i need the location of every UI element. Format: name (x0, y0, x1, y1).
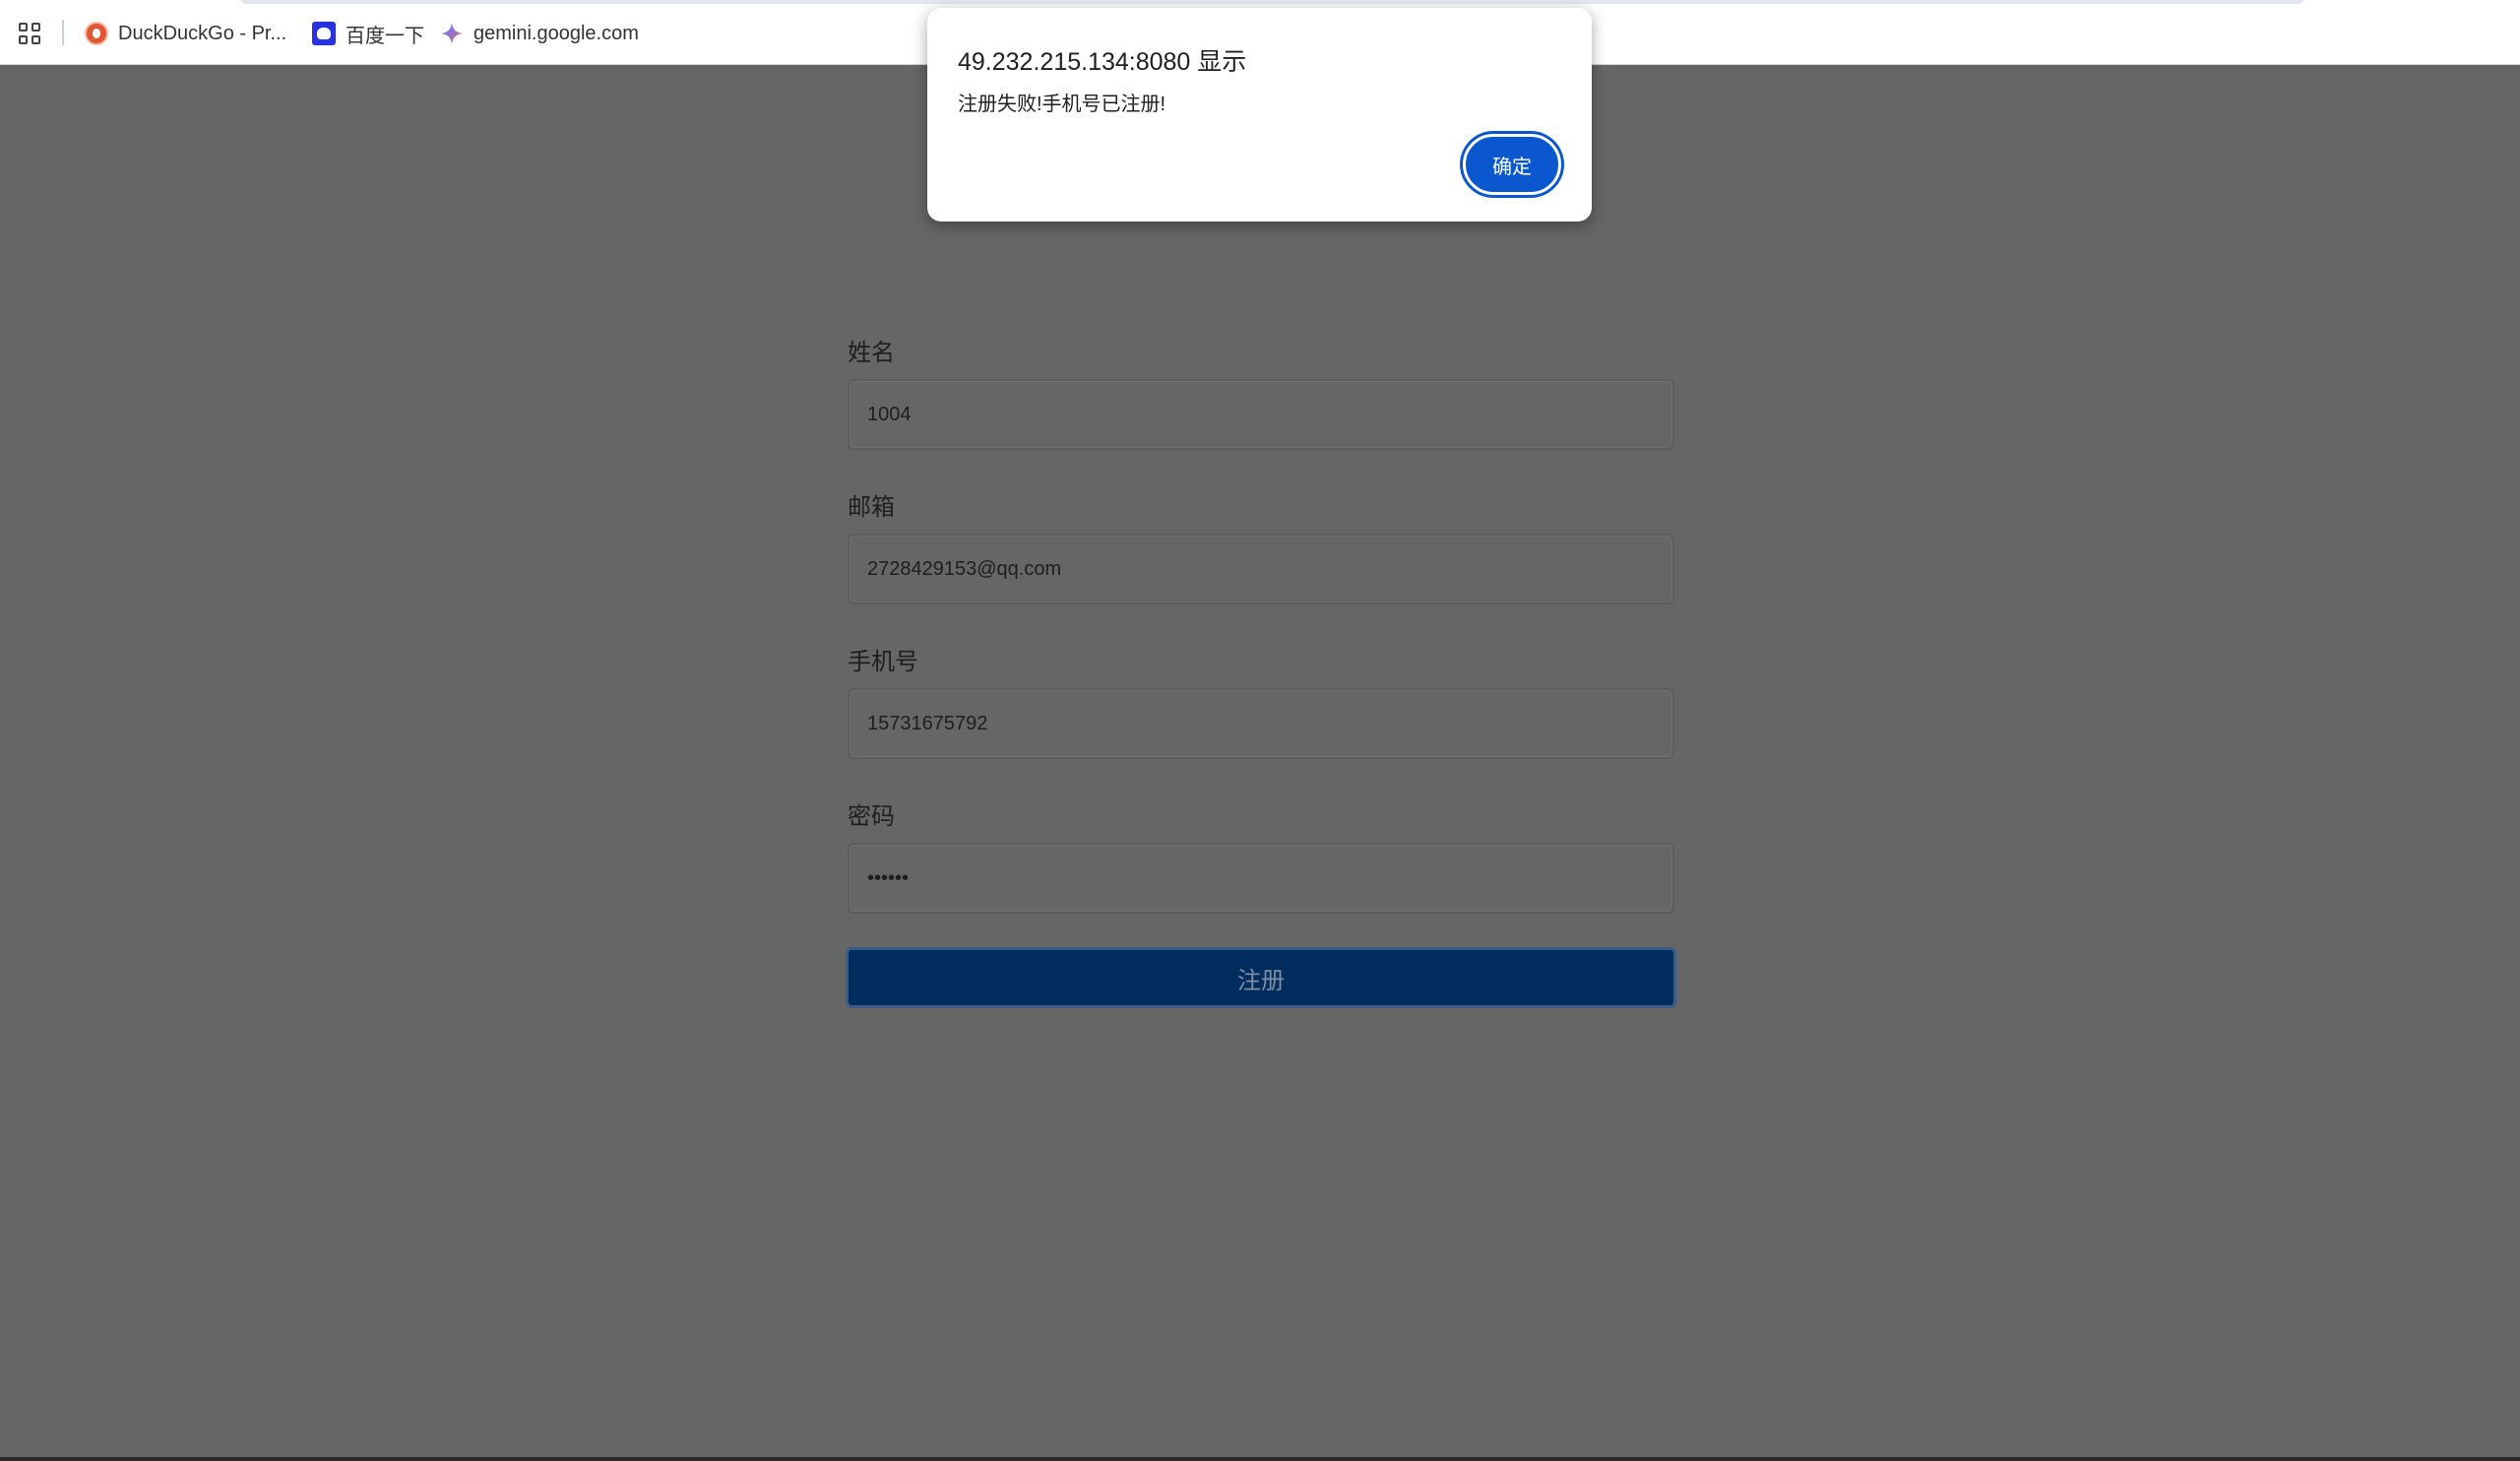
name-input[interactable]: 1004 (848, 379, 1674, 450)
bookmark-duckduckgo[interactable]: DuckDuckGo - Pr... (85, 18, 286, 49)
bookmark-label: 百度一下 (346, 25, 424, 47)
bookmark-label: gemini.google.com (473, 22, 639, 44)
baidu-icon (312, 22, 336, 45)
apps-grid-icon[interactable] (19, 23, 40, 44)
bookmark-gemini[interactable]: gemini.google.com (440, 18, 639, 49)
window-bottom-edge (0, 1457, 2520, 1461)
bookmark-label: DuckDuckGo - Pr... (118, 22, 287, 44)
email-input[interactable]: 2728429153@qq.com (848, 534, 1674, 604)
bookmark-baidu[interactable]: 百度一下 (312, 18, 424, 49)
email-label: 邮箱 (848, 494, 895, 521)
dialog-message: 注册失败!手机号已注册! (958, 94, 1166, 115)
tab-strip-edge (241, 0, 2303, 4)
phone-label: 手机号 (848, 649, 918, 675)
divider (62, 20, 64, 45)
password-input[interactable]: •••••• (848, 843, 1674, 914)
name-label: 姓名 (848, 340, 895, 366)
ok-button[interactable]: 确定 (1463, 134, 1561, 195)
alert-dialog: 49.232.215.134:8080 显示 注册失败!手机号已注册! 确定 (927, 8, 1592, 222)
register-button[interactable]: 注册 (846, 947, 1676, 1008)
gemini-icon (441, 23, 463, 44)
duckduckgo-icon (85, 22, 108, 45)
phone-input[interactable]: 15731675792 (848, 688, 1674, 759)
registration-page: 姓名 1004 邮箱 2728429153@qq.com 手机号 1573167… (0, 65, 2520, 1461)
dialog-title: 49.232.215.134:8080 显示 (958, 48, 1247, 76)
password-label: 密码 (848, 803, 895, 830)
